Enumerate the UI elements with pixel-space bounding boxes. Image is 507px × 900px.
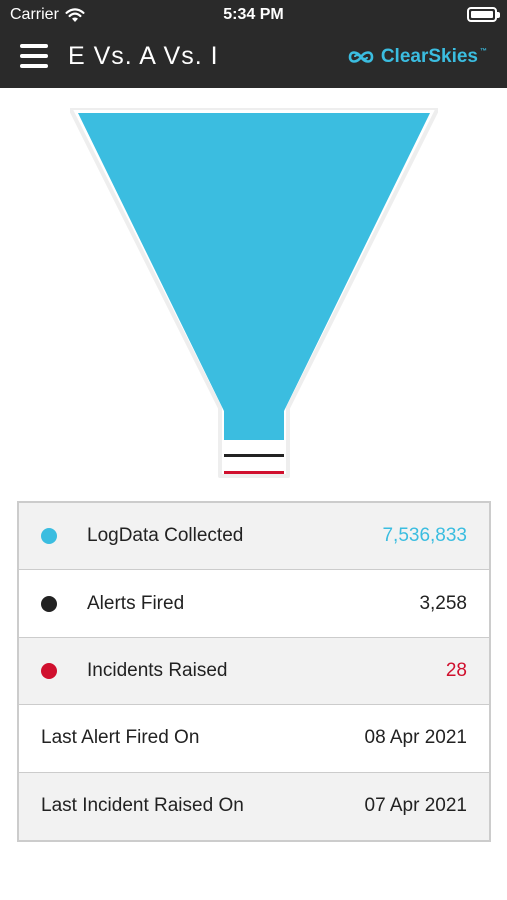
status-time: 5:34 PM [223,6,284,23]
hamburger-menu-icon[interactable] [20,44,48,68]
funnel-chart [70,108,438,478]
stat-row-last-incident: Last Incident Raised On 07 Apr 2021 [19,772,489,840]
stats-table: LogData Collected 7,536,833 Alerts Fired… [17,501,491,842]
stat-row-logdata: LogData Collected 7,536,833 [19,503,489,571]
status-bar: Carrier 5:34 PM [0,0,507,30]
stat-row-incidents: Incidents Raised 28 [19,637,489,706]
stat-label-last-alert: Last Alert Fired On [41,727,200,749]
stat-row-alerts: Alerts Fired 3,258 [19,570,489,638]
stat-label-alerts: Alerts Fired [87,592,185,614]
logdata-legend-dot [41,528,57,545]
stat-value-alerts: 3,258 [419,592,467,614]
stat-value-last-alert: 08 Apr 2021 [364,727,467,749]
alerts-legend-dot [41,595,57,612]
funnel-alerts-segment [224,454,284,457]
incidents-legend-dot [41,662,57,679]
brand-name: ClearSkies [380,46,478,67]
funnel-logdata-segment [78,113,430,440]
stat-label-logdata: LogData Collected [87,525,244,547]
stat-value-last-incident: 07 Apr 2021 [364,795,467,817]
stat-value-logdata: 7,536,833 [382,525,467,547]
battery-icon [467,7,500,22]
stat-value-incidents: 28 [445,659,467,681]
app-header: E Vs. A Vs. I ClearSkies ™ [0,30,507,88]
clearskies-logo-icon [348,51,374,63]
funnel-incidents-segment [224,471,284,474]
brand-logo: ClearSkies ™ [347,46,487,68]
stat-label-last-incident: Last Incident Raised On [41,795,244,817]
brand-trademark: ™ [480,47,487,55]
page-title: E Vs. A Vs. I [68,42,219,70]
stat-label-incidents: Incidents Raised [87,659,228,681]
stat-row-last-alert: Last Alert Fired On 08 Apr 2021 [19,705,489,773]
